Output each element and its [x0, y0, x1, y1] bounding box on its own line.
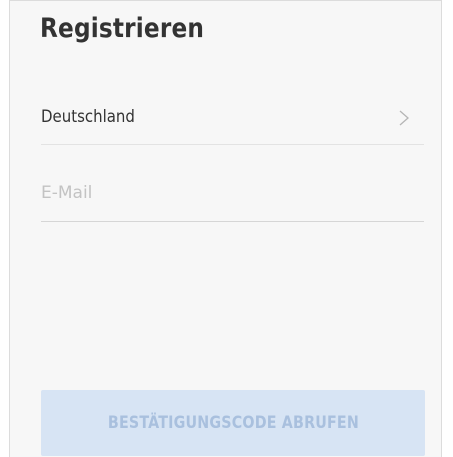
request-verification-code-label: BESTÄTIGUNGSCODE ABRUFEN	[107, 413, 359, 433]
page-title: Registrieren	[40, 13, 205, 44]
registration-screen: Registrieren Deutschland BESTÄTIGUNGSCOD…	[9, 0, 442, 457]
chevron-right-icon	[398, 110, 410, 126]
request-verification-code-button[interactable]: BESTÄTIGUNGSCODE ABRUFEN	[41, 390, 425, 456]
country-selector[interactable]: Deutschland	[41, 97, 424, 145]
email-field-row	[41, 171, 424, 222]
country-label: Deutschland	[41, 107, 135, 127]
email-field[interactable]	[41, 179, 424, 207]
